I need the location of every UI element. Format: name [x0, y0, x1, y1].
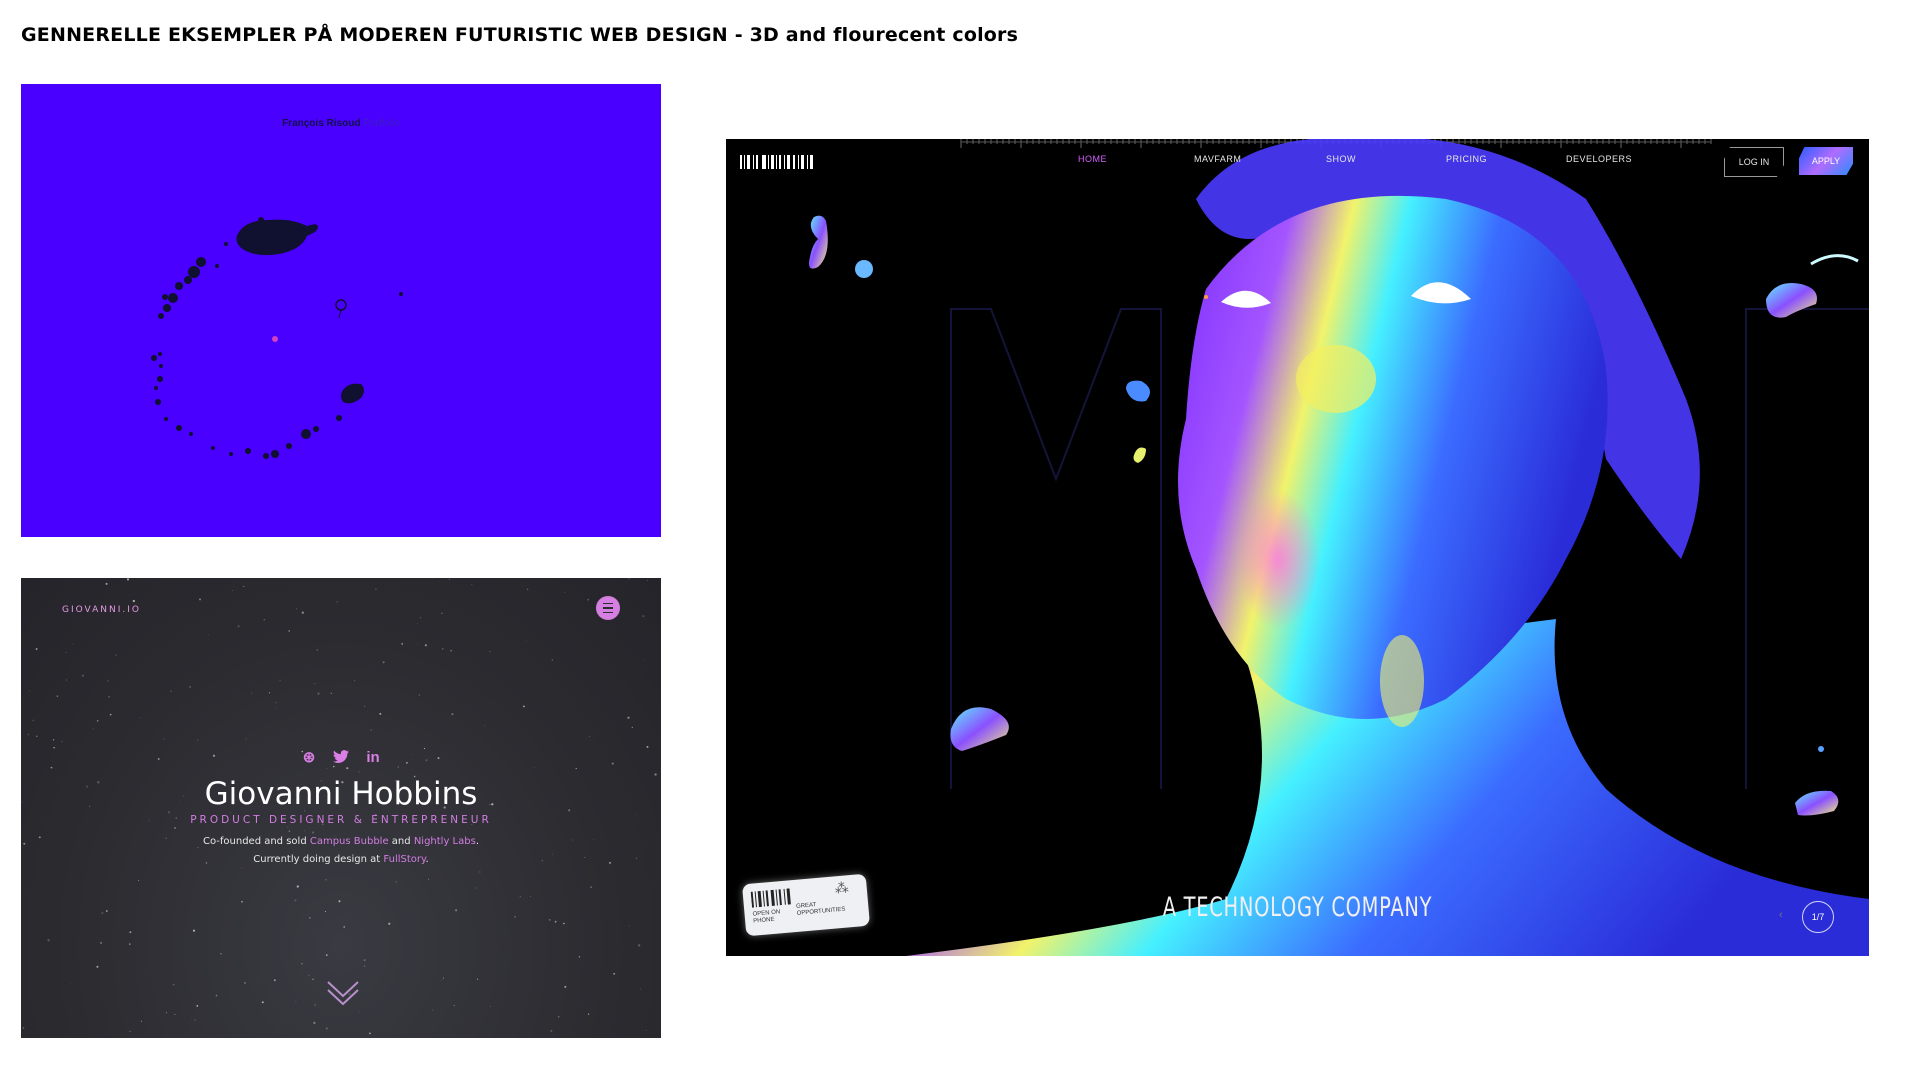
person-name: Giovanni Hobbins — [204, 776, 478, 812]
barcode-logo[interactable] — [740, 155, 814, 169]
twitter-icon[interactable] — [332, 748, 350, 766]
ticket-text-open: OPEN ON PHONE — [752, 909, 781, 925]
prev-arrow-icon[interactable]: ‹ — [1779, 909, 1783, 921]
page-title: GENNERELLE EKSEMPLER PÅ MODEREN FUTURIST… — [21, 24, 1019, 46]
tagline: A TECHNOLOGY COMPANY — [1162, 892, 1433, 923]
menu-icon — [603, 601, 613, 615]
dribbble-icon[interactable]: ⊛ — [300, 748, 318, 766]
nightly-labs-link[interactable]: Nightly Labs — [414, 836, 476, 847]
site-logo[interactable]: GIOVANNI.IO — [62, 605, 141, 615]
linkedin-icon[interactable]: in — [364, 748, 382, 766]
network-icon: ⁂ — [833, 879, 850, 897]
person-role: PRODUCT DESIGNER & ENTREPRENEUR — [190, 814, 492, 826]
apply-button[interactable]: APPLY — [1799, 147, 1853, 175]
menu-button[interactable] — [596, 596, 620, 620]
slide-pager[interactable]: 1/7 — [1802, 901, 1834, 933]
bio-text: and — [391, 836, 411, 847]
open-on-phone-ticket[interactable]: OPEN ON PHONE GREAT OPPORTUNITIES ⁂ — [741, 873, 871, 937]
ticket-text-opportunities: GREAT OPPORTUNITIES — [795, 902, 846, 917]
campus-bubble-link[interactable]: Campus Bubble — [310, 836, 389, 847]
holographic-face-render — [809, 139, 1869, 956]
scroll-down-chevron-icon[interactable] — [326, 978, 360, 1006]
bio-text: . — [425, 854, 429, 865]
bio-text: . — [475, 836, 479, 847]
giovanni-portfolio-screenshot: GIOVANNI.IO ⊛ in Giovanni Hobbins PRODUC… — [21, 578, 661, 1038]
social-links: ⊛ in — [21, 748, 661, 767]
particle-ring-graphic — [151, 217, 403, 459]
blue-portfolio-screenshot: François Risoud Portfolio — [21, 84, 661, 537]
bio-line-1: Co-founded and sold Campus Bubble and Ni… — [21, 836, 661, 847]
nav-pricing[interactable]: PRICING — [1446, 154, 1487, 164]
bio-text: Co-founded and sold — [202, 836, 307, 847]
nav-show[interactable]: SHOW — [1326, 154, 1356, 164]
ticket-barcode-icon — [750, 888, 791, 908]
bio-text: Currently doing design at — [253, 854, 381, 865]
nav-developers[interactable]: DEVELOPERS — [1566, 154, 1632, 164]
technology-company-screenshot: HOME MAVFARM SHOW PRICING DEVELOPERS LOG… — [726, 139, 1869, 956]
bio-line-2: Currently doing design at FullStory. — [21, 854, 661, 865]
nav-home[interactable]: HOME — [1078, 154, 1107, 164]
nav-mavfarm[interactable]: MAVFARM — [1194, 154, 1241, 164]
fullstory-link[interactable]: FullStory — [383, 854, 425, 865]
login-button[interactable]: LOG IN — [1724, 147, 1784, 177]
